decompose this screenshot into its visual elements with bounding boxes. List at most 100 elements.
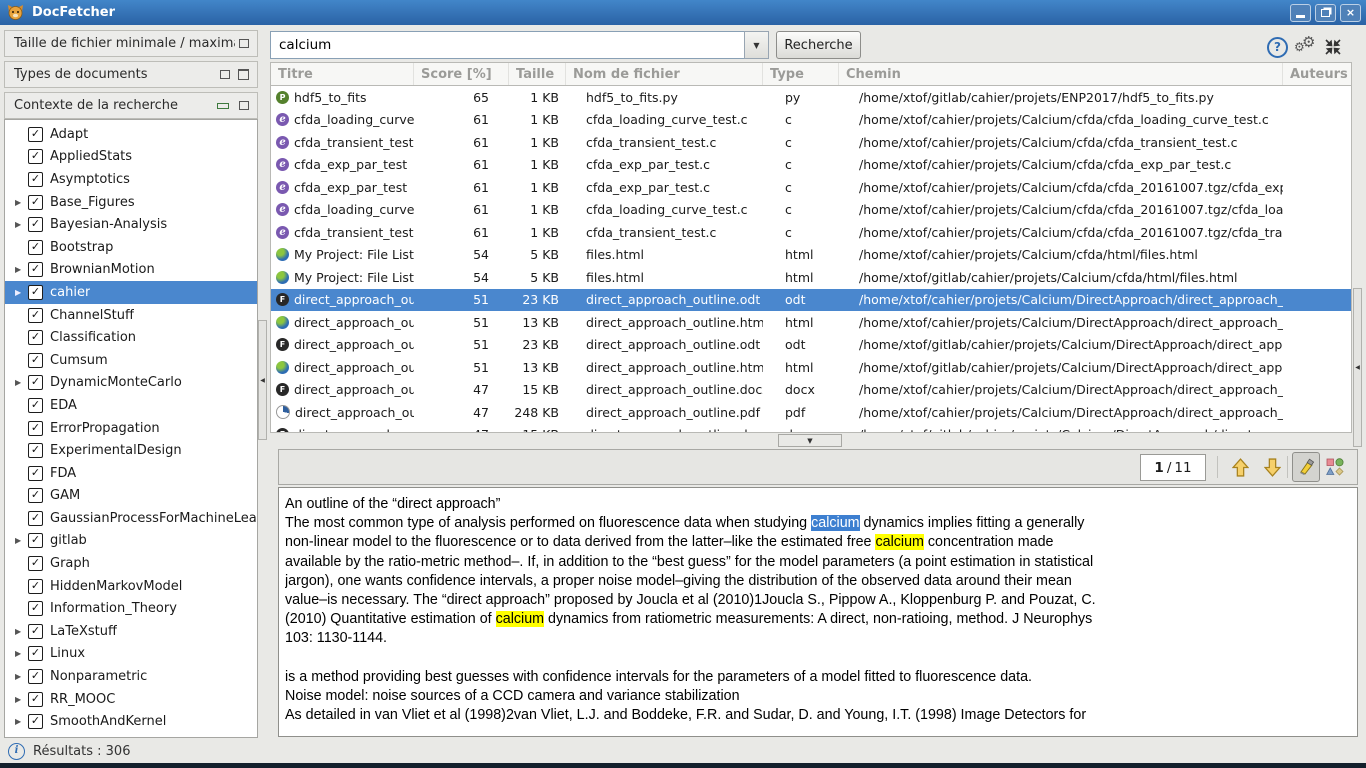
checkbox[interactable] [28,149,43,164]
search-input[interactable] [270,31,744,59]
next-match-button[interactable] [1259,454,1286,481]
tree-item[interactable]: Bootstrap [5,236,257,259]
table-row[interactable]: ecfda_exp_par_test611 KBcfda_exp_par_tes… [271,176,1351,199]
panel-document-types[interactable]: Types de documents [4,61,258,88]
tree-item[interactable]: gitlab [5,530,257,553]
tree-item[interactable]: Bayesian-Analysis [5,213,257,236]
tree-item[interactable]: ExperimentalDesign [5,439,257,462]
panel-search-scope[interactable]: Contexte de la recherche [4,92,258,119]
table-row[interactable]: direct_approach_outline5113 KBdirect_app… [271,311,1351,334]
expander-icon[interactable] [15,627,28,636]
tree-item[interactable]: Information_Theory [5,597,257,620]
minimize-to-tray-icon[interactable] [1324,38,1342,56]
minimize-panel-icon[interactable] [217,103,229,109]
tree-item[interactable]: AppliedStats [5,146,257,169]
tree-item[interactable]: SmoothAndKernel [5,710,257,733]
checkbox[interactable] [28,556,43,571]
table-row[interactable]: Fdirect_approach_outline4715 KBdirect_ap… [271,379,1351,402]
expander-icon[interactable] [15,265,28,274]
checkbox[interactable] [28,195,43,210]
tree-item[interactable]: BrownianMotion [5,259,257,282]
help-icon[interactable] [1267,37,1288,58]
table-row[interactable]: ecfda_loading_curve_test611 KBcfda_loadi… [271,109,1351,132]
tree-item[interactable]: GAM [5,485,257,508]
search-button[interactable]: Recherche [776,31,861,59]
column-header[interactable]: Score [%] [414,63,509,85]
expander-icon[interactable] [15,649,28,658]
tree-item[interactable]: FDA [5,462,257,485]
table-row[interactable]: Fdirect_approach_outline5123 KBdirect_ap… [271,334,1351,357]
table-row[interactable]: Fdirect_approach_outline4715 KBdirect_ap… [271,424,1351,434]
checkbox[interactable] [28,285,43,300]
restore-button[interactable] [1315,4,1336,22]
checkbox[interactable] [28,127,43,142]
tree-item[interactable]: DynamicMonteCarlo [5,372,257,395]
checkbox[interactable] [28,466,43,481]
checkbox[interactable] [28,443,43,458]
checkbox[interactable] [28,488,43,503]
tree-item[interactable]: cahier [5,281,257,304]
close-button[interactable]: × [1340,4,1361,22]
tree-item[interactable]: Linux [5,643,257,666]
table-row[interactable]: ecfda_transient_test611 KBcfda_transient… [271,131,1351,154]
minimize-button[interactable] [1290,4,1311,22]
checkbox[interactable] [28,375,43,390]
tree-item[interactable]: HiddenMarkovModel [5,575,257,598]
tree-item[interactable]: Base_Figures [5,191,257,214]
checkbox[interactable] [28,669,43,684]
right-collapse-handle[interactable] [1353,288,1362,447]
column-header[interactable]: Nom de fichier [566,63,763,85]
checkbox[interactable] [28,511,43,526]
checkbox[interactable] [28,172,43,187]
table-row[interactable]: ecfda_exp_par_test611 KBcfda_exp_par_tes… [271,154,1351,177]
table-preview-sash-button[interactable] [778,434,842,447]
table-row[interactable]: My Project: File Listing545 KBfiles.html… [271,244,1351,267]
table-row[interactable]: My Project: File Listing545 KBfiles.html… [271,266,1351,289]
restore-panel-icon[interactable] [239,101,249,110]
checkbox[interactable] [28,308,43,323]
tree-item[interactable]: Nonparametric [5,665,257,688]
checkbox[interactable] [28,330,43,345]
checkbox[interactable] [28,692,43,707]
table-row[interactable]: Phdf5_to_fits651 KBhdf5_to_fits.pypy/hom… [271,86,1351,109]
checkbox[interactable] [28,421,43,436]
tree-item[interactable]: ErrorPropagation [5,417,257,440]
checkbox[interactable] [28,714,43,729]
tree-item[interactable]: Graph [5,552,257,575]
tree-item[interactable]: Cumsum [5,349,257,372]
tree-item[interactable]: Adapt [5,123,257,146]
column-header[interactable]: Auteurs [1283,63,1351,85]
expander-icon[interactable] [15,717,28,726]
expander-icon[interactable] [15,220,28,229]
sidebar-collapse-handle[interactable] [258,320,267,440]
preview-mode-shapes-icon[interactable] [1326,458,1344,476]
checkbox[interactable] [28,601,43,616]
tree-item[interactable]: LaTeXstuff [5,620,257,643]
tree-item[interactable]: ChannelStuff [5,304,257,327]
panel-file-size[interactable]: Taille de fichier minimale / maximale [4,30,258,57]
expander-icon[interactable] [15,378,28,387]
expander-icon[interactable] [15,198,28,207]
restore-panel-icon[interactable] [239,39,249,48]
table-row[interactable]: direct_approach_outline5113 KBdirect_app… [271,356,1351,379]
expander-icon[interactable] [15,536,28,545]
tree-item[interactable]: EDA [5,394,257,417]
tree-item[interactable]: RR_MOOC [5,688,257,711]
tree-item[interactable]: Classification [5,326,257,349]
checkbox[interactable] [28,240,43,255]
checkbox[interactable] [28,646,43,661]
checkbox[interactable] [28,624,43,639]
checkbox[interactable] [28,262,43,277]
checkbox[interactable] [28,398,43,413]
table-row[interactable]: direct_approach_outline47248 KBdirect_ap… [271,401,1351,424]
column-header[interactable]: Taille [509,63,566,85]
highlight-toggle-button[interactable] [1292,452,1320,482]
table-row[interactable]: Fdirect_approach_outline5123 KBdirect_ap… [271,289,1351,312]
checkbox[interactable] [28,217,43,232]
maximize-panel-icon[interactable] [238,69,249,80]
tree-item[interactable]: GaussianProcessForMachineLearning [5,507,257,530]
checkbox[interactable] [28,579,43,594]
preferences-gears-icon[interactable] [1294,33,1320,57]
checkbox[interactable] [28,533,43,548]
column-header[interactable]: Chemin [839,63,1283,85]
